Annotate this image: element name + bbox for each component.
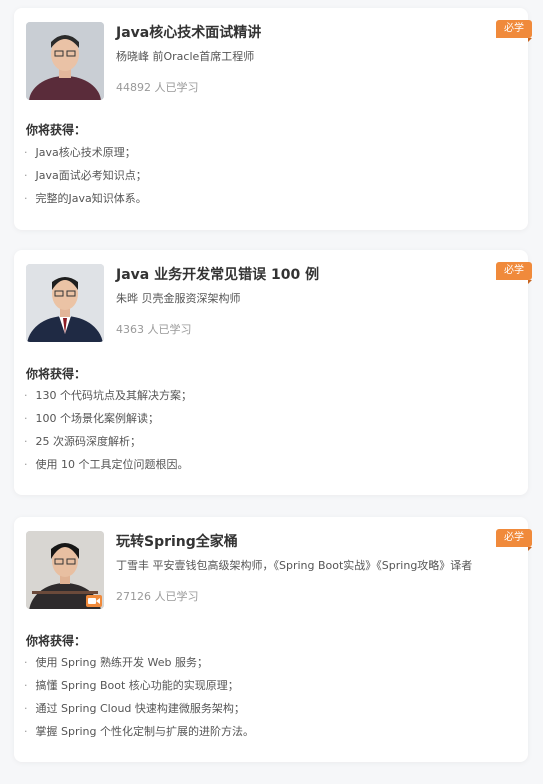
must-learn-badge: 必学	[496, 529, 532, 551]
course-author: 杨晓峰 前Oracle首席工程师	[116, 50, 255, 63]
video-camera-icon	[86, 595, 102, 607]
author-avatar	[26, 264, 104, 342]
learner-count: 27126 人已学习	[116, 590, 199, 603]
must-learn-badge: 必学	[496, 262, 532, 284]
author-avatar	[26, 531, 104, 609]
gain-heading: 你将获得：	[26, 367, 87, 381]
course-card-java-errors[interactable]: Java 业务开发常见错误 100 例 朱晔 贝壳金服资深架构师 4363 人已…	[14, 250, 532, 495]
must-learn-badge: 必学	[496, 20, 532, 42]
gain-list: · 使用 Spring 熟练开发 Web 服务； · 搞懂 Spring Boot …	[24, 651, 254, 743]
learner-count: 44892 人已学习	[116, 81, 199, 94]
gain-heading: 你将获得：	[26, 123, 87, 137]
course-card-java-core[interactable]: Java核心技术面试精讲 杨晓峰 前Oracle首席工程师 44892 人已学习…	[14, 8, 532, 230]
gain-item: · 搞懂 Spring Boot 核心功能的实现原理；	[24, 679, 239, 692]
gain-item: · 100 个场景化案例解读；	[24, 412, 159, 425]
gain-item: · 完整的Java知识体系。	[24, 192, 147, 205]
gain-item: · Java核心技术原理；	[24, 146, 136, 159]
gain-item: · 25 次源码深度解析；	[24, 435, 141, 448]
learner-count: 4363 人已学习	[116, 323, 192, 336]
gain-item: · Java面试必考知识点；	[24, 169, 147, 182]
course-author: 朱晔 贝壳金服资深架构师	[116, 292, 241, 305]
course-card-spring[interactable]: 玩转Spring全家桶 丁雪丰 平安壹钱包高级架构师，《Spring Boot实…	[14, 517, 532, 762]
course-title[interactable]: Java核心技术面试精讲	[116, 22, 261, 42]
course-title[interactable]: Java 业务开发常见错误 100 例	[116, 264, 319, 284]
course-title[interactable]: 玩转Spring全家桶	[116, 531, 238, 551]
gain-item: · 通过 Spring Cloud 快速构建微服务架构；	[24, 702, 245, 715]
author-photo-icon	[26, 264, 104, 342]
gain-list: · 130 个代码坑点及其解决方案； · 100 个场景化案例解读； · 25 次源码…	[24, 384, 192, 476]
gain-item: · 使用 Spring 熟练开发 Web 服务；	[24, 656, 208, 669]
author-avatar	[26, 22, 104, 100]
gain-item: · 130 个代码坑点及其解决方案；	[24, 389, 192, 402]
course-author: 丁雪丰 平安壹钱包高级架构师，《Spring Boot实战》《Spring攻略》…	[116, 559, 473, 572]
author-photo-icon	[26, 22, 104, 100]
gain-heading: 你将获得：	[26, 634, 87, 648]
gain-item: · 掌握 Spring 个性化定制与扩展的进阶方法。	[24, 725, 254, 738]
gain-list: · Java核心技术原理； · Java面试必考知识点； · 完整的Java知识体系。	[24, 141, 147, 210]
gain-item: · 使用 10 个工具定位问题根因。	[24, 458, 189, 471]
